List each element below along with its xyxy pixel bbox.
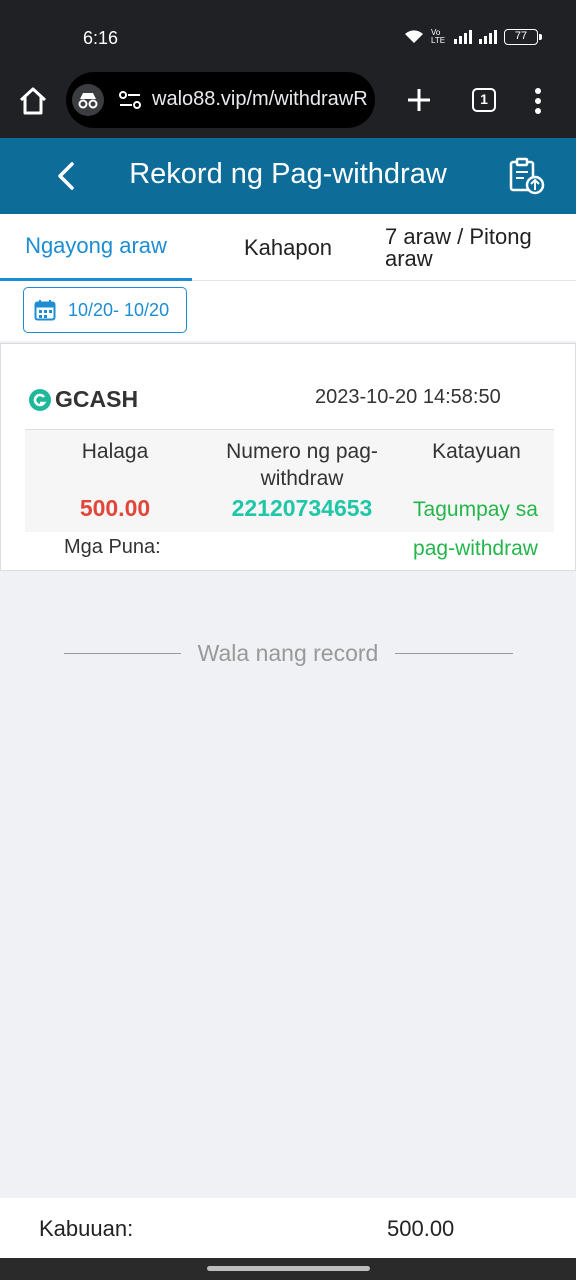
tab-switcher-button[interactable]: 1 xyxy=(472,88,496,112)
date-range-picker[interactable]: 10/20- 10/20 xyxy=(23,287,187,333)
status-bar: 6:16 Vo LTE 77 xyxy=(0,0,576,72)
browser-toolbar: walo88.vip/m/withdrawR 1 xyxy=(0,72,576,138)
new-tab-icon[interactable] xyxy=(404,85,434,115)
date-range-text: 10/20- 10/20 xyxy=(68,299,170,320)
home-icon[interactable] xyxy=(18,86,48,116)
remarks-label: Mga Puna: xyxy=(64,536,161,558)
amount-value: 500.00 xyxy=(79,495,151,521)
signal-icon-2 xyxy=(479,30,497,44)
divider-line-right xyxy=(395,653,513,654)
battery-icon: 77 xyxy=(504,29,542,45)
total-footer: Kabuuan: 500.00 xyxy=(0,1198,576,1258)
amount-column: Halaga xyxy=(25,438,205,465)
volte-icon: Vo LTE xyxy=(431,28,446,45)
gcash-logo-icon xyxy=(29,388,51,411)
app-header: Rekord ng Pag-withdraw xyxy=(0,138,576,214)
site-settings-icon[interactable] xyxy=(118,88,142,112)
status-value: Tagumpay sa pag-withdraw xyxy=(413,498,538,560)
back-arrow-icon[interactable] xyxy=(50,156,82,196)
gesture-handle[interactable] xyxy=(207,1266,370,1271)
no-more-records-text: Wala nang record xyxy=(197,640,379,666)
date-filter-row: 10/20- 10/20 xyxy=(0,281,576,341)
wifi-icon xyxy=(405,30,423,43)
withdraw-number-label: Numero ng pag-withdraw xyxy=(226,440,378,490)
tab-yesterday[interactable]: Kahapon xyxy=(192,214,384,281)
more-menu-icon[interactable] xyxy=(532,86,544,116)
status-label: Katayuan xyxy=(432,440,521,463)
date-tabs: Ngayong araw Kahapon 7 araw / Pitong ara… xyxy=(0,214,576,281)
status-time: 6:16 xyxy=(83,28,119,48)
page-title: Rekord ng Pag-withdraw xyxy=(129,158,447,190)
incognito-icon xyxy=(72,84,104,116)
clipboard-upload-icon[interactable] xyxy=(506,156,546,196)
tab-today[interactable]: Ngayong araw xyxy=(0,214,192,281)
total-value: 500.00 xyxy=(387,1216,455,1241)
divider-line-left xyxy=(64,653,181,654)
amount-label: Halaga xyxy=(81,440,149,463)
record-datetime: 2023-10-20 14:58:50 xyxy=(315,386,501,408)
payment-method-name: GCASH xyxy=(55,386,139,412)
tab-seven-days[interactable]: 7 araw / Pitong araw xyxy=(385,214,565,281)
signal-icon xyxy=(454,30,472,44)
number-column: Numero ng pag-withdraw xyxy=(205,438,399,492)
url-text: walo88.vip/m/withdrawR xyxy=(152,88,367,110)
system-nav-bar xyxy=(0,1258,576,1280)
status-icons: Vo LTE 77 xyxy=(404,28,542,45)
withdraw-number-value: 22120734653 xyxy=(231,495,373,521)
payment-method: GCASH xyxy=(29,386,138,413)
calendar-icon xyxy=(34,300,56,321)
total-label: Kabuuan: xyxy=(39,1216,134,1241)
no-more-records-divider: Wala nang record xyxy=(64,638,513,668)
status-column: Katayuan xyxy=(399,438,554,465)
address-bar[interactable]: walo88.vip/m/withdrawR xyxy=(66,72,375,128)
